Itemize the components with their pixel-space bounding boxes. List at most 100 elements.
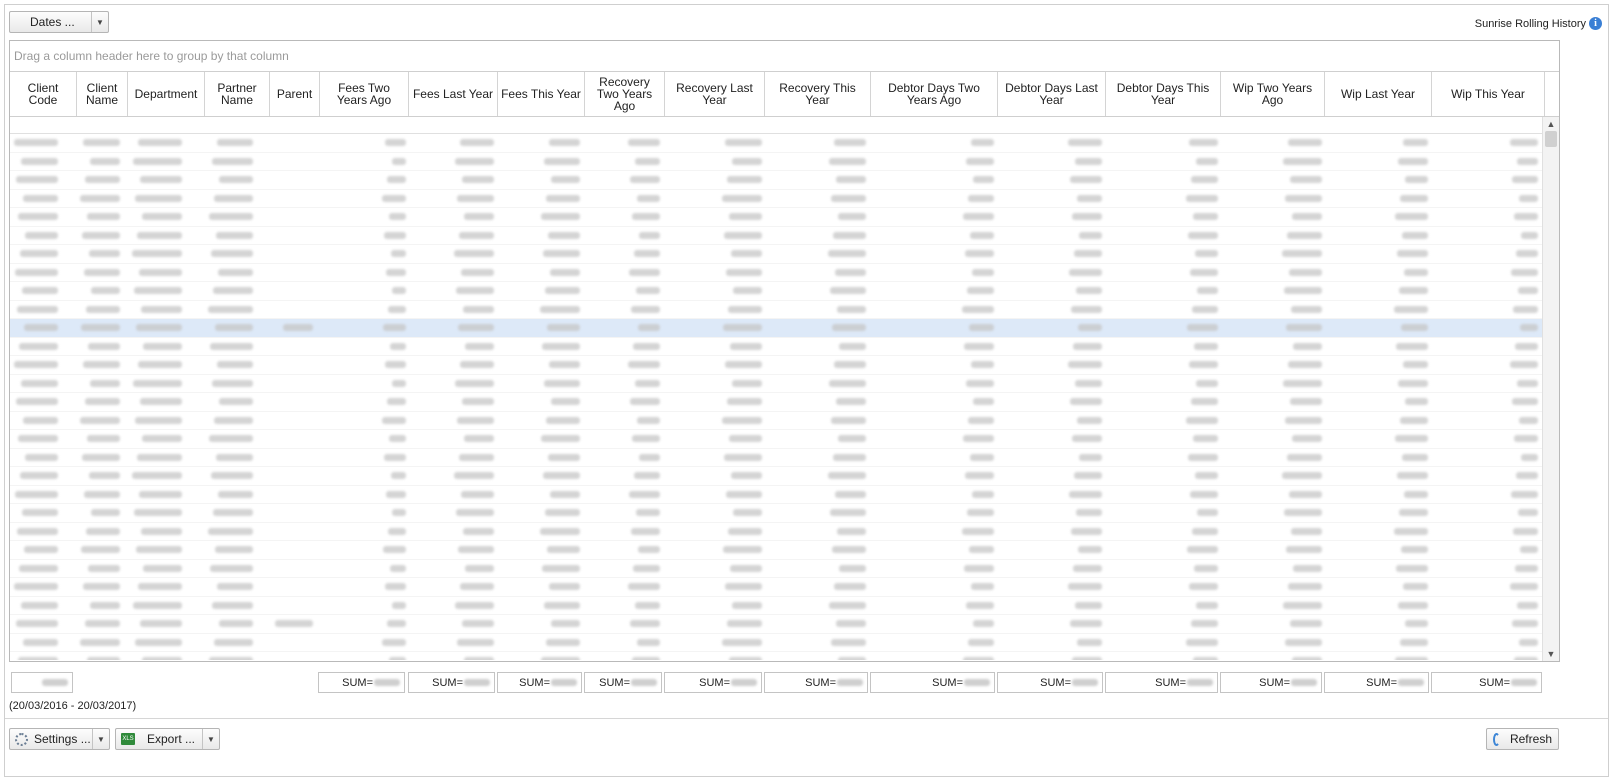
table-row[interactable]	[10, 449, 1543, 467]
column-header[interactable]: Debtor Days Two Years Ago	[871, 72, 998, 116]
scroll-down-icon[interactable]: ▼	[1543, 647, 1559, 661]
table-row[interactable]	[10, 541, 1543, 560]
table-row[interactable]	[10, 597, 1543, 615]
redacted-cell	[639, 231, 660, 239]
table-row[interactable]	[10, 560, 1543, 578]
redacted-cell	[83, 361, 120, 368]
redacted-cell	[833, 231, 866, 239]
column-header[interactable]: Fees Two Years Ago	[320, 72, 409, 116]
redacted-cell	[216, 231, 253, 239]
column-header[interactable]: Recovery Two Years Ago	[585, 72, 665, 116]
column-header[interactable]: Wip Last Year	[1325, 72, 1432, 116]
redacted-cell	[1196, 157, 1218, 165]
redacted-cell	[1071, 527, 1102, 535]
table-row[interactable]	[10, 282, 1543, 301]
table-row[interactable]	[10, 208, 1543, 227]
table-row[interactable]	[10, 615, 1543, 634]
footer-value	[374, 679, 400, 686]
table-row[interactable]	[10, 467, 1543, 486]
scroll-thumb[interactable]	[1545, 131, 1557, 147]
redacted-cell	[971, 583, 994, 590]
column-header[interactable]: Fees This Year	[498, 72, 585, 116]
table-row[interactable]	[10, 227, 1543, 245]
column-header[interactable]: Wip Two Years Ago	[1221, 72, 1325, 116]
chevron-down-icon[interactable]: ▼	[92, 729, 109, 749]
column-header[interactable]: Partner Name	[205, 72, 270, 116]
redacted-cell	[1079, 453, 1102, 461]
table-row[interactable]	[10, 523, 1543, 541]
column-header[interactable]: Parent	[270, 72, 320, 116]
settings-dropdown-button[interactable]: Settings ... ▼	[9, 728, 110, 750]
redacted-cell	[1292, 435, 1322, 442]
table-row[interactable]	[10, 338, 1543, 356]
table-row[interactable]	[10, 301, 1543, 319]
table-row[interactable]	[10, 171, 1543, 190]
redacted-cell	[545, 287, 580, 294]
redacted-cell	[1397, 472, 1428, 479]
chevron-down-icon[interactable]: ▼	[91, 12, 108, 32]
redacted-cell	[217, 139, 253, 146]
redacted-cell	[1397, 250, 1428, 257]
scroll-up-icon[interactable]: ▲	[1543, 117, 1559, 131]
redacted-cell	[25, 453, 58, 461]
redacted-cell	[730, 342, 762, 350]
redacted-cell	[1402, 453, 1428, 461]
group-by-panel[interactable]: Drag a column header here to group by th…	[10, 41, 1559, 72]
column-header[interactable]: Recovery This Year	[765, 72, 871, 116]
redacted-cell	[1193, 435, 1218, 442]
redacted-cell	[1069, 268, 1102, 276]
table-row[interactable]	[10, 393, 1543, 412]
table-row[interactable]	[10, 578, 1543, 597]
table-row[interactable]	[10, 319, 1543, 338]
redacted-cell	[383, 546, 406, 553]
export-dropdown-button[interactable]: XLS Export ... ▼	[115, 728, 220, 750]
table-row[interactable]	[10, 153, 1543, 171]
info-icon[interactable]: i	[1589, 17, 1602, 30]
refresh-button[interactable]: Refresh	[1486, 728, 1559, 750]
table-row[interactable]	[10, 264, 1543, 282]
redacted-cell	[385, 139, 406, 146]
table-row[interactable]	[10, 486, 1543, 504]
redacted-cell	[391, 250, 406, 257]
redacted-cell	[1510, 583, 1538, 590]
column-header[interactable]: Department	[128, 72, 205, 116]
table-row[interactable]	[10, 504, 1543, 523]
redacted-cell	[85, 620, 120, 627]
table-row[interactable]	[10, 634, 1543, 652]
table-row[interactable]	[10, 356, 1543, 375]
column-header[interactable]: Client Code	[10, 72, 77, 116]
redacted-cell	[1403, 583, 1428, 590]
column-header[interactable]: Debtor Days Last Year	[998, 72, 1106, 116]
redacted-cell	[1510, 139, 1538, 146]
table-row[interactable]	[10, 190, 1543, 208]
redacted-cell	[454, 250, 494, 257]
redacted-cell	[727, 176, 762, 183]
redacted-cell	[87, 657, 120, 660]
footer-sum-label: SUM=	[1040, 676, 1071, 689]
column-header[interactable]: Fees Last Year	[409, 72, 498, 116]
table-row[interactable]	[10, 412, 1543, 430]
table-row[interactable]	[10, 430, 1543, 449]
redacted-cell	[629, 490, 660, 498]
redacted-cell	[541, 213, 580, 220]
dates-dropdown-button[interactable]: Dates ... ▼	[9, 11, 109, 33]
redacted-cell	[1282, 472, 1322, 479]
redacted-cell	[88, 564, 120, 572]
vertical-scrollbar[interactable]: ▲ ▼	[1542, 117, 1559, 661]
column-header[interactable]: Client Name	[77, 72, 128, 116]
table-row[interactable]	[10, 245, 1543, 264]
column-header[interactable]: Debtor Days This Year	[1106, 72, 1221, 116]
table-row[interactable]	[10, 134, 1543, 153]
redacted-cell	[1517, 601, 1538, 609]
redacted-cell	[725, 583, 762, 590]
chevron-down-icon[interactable]: ▼	[202, 729, 219, 749]
table-row[interactable]	[10, 375, 1543, 393]
table-row[interactable]	[10, 652, 1543, 660]
footer-sum: SUM=	[1324, 672, 1429, 693]
redacted-cell	[964, 342, 994, 350]
auto-filter-row[interactable]	[10, 117, 1543, 134]
redacted-cell	[628, 583, 660, 590]
column-header[interactable]: Wip This Year	[1432, 72, 1545, 116]
footer-value	[1291, 679, 1317, 686]
column-header[interactable]: Recovery Last Year	[665, 72, 765, 116]
